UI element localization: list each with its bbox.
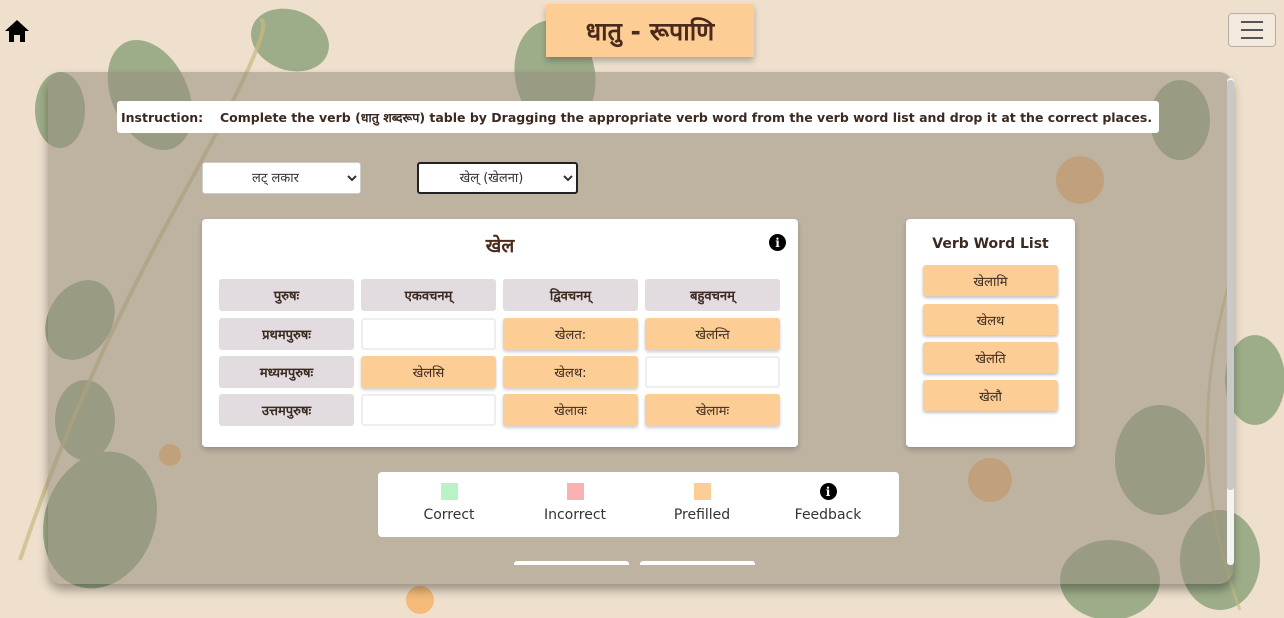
legend-label: Correct [423,507,475,523]
incorrect-swatch [566,483,584,500]
hamburger-menu-icon [1241,21,1263,23]
lakara-select[interactable]: लट् लकार [202,162,361,194]
legend-feedback: i Feedback [778,483,878,523]
page-title: धातु - रूपाणि [546,4,754,57]
header-dvivachanam: द्विवचनम् [503,279,638,311]
cell-madhyama-eka: खेलसि [361,356,496,388]
panel-scrollbar[interactable] [1227,78,1234,565]
cell-uttama-bahu: खेलामः [645,394,780,426]
info-icon[interactable]: i [769,234,786,251]
legend-label: Feedback [794,507,862,523]
correct-swatch [440,483,458,500]
verb-item[interactable]: खेलथ [923,304,1058,335]
scroll-thumb[interactable] [1227,80,1234,490]
table-title: खेल [485,235,515,257]
verb-item[interactable]: खेलामि [923,265,1058,296]
dhatu-select[interactable]: खेल् (खेलना) [417,162,578,194]
drop-cell-uttama-eka[interactable] [361,394,496,426]
row-label-uttama: उत्तमपुरुषः [219,394,354,426]
menu-button[interactable] [1228,13,1276,47]
legend-label: Prefilled [673,507,731,523]
instruction-label: Instruction: [121,109,204,125]
legend-incorrect: Incorrect [525,483,625,523]
verb-item[interactable]: खेलति [923,342,1058,373]
legend-label: Incorrect [543,507,607,523]
cell-prathama-bahu: खेलन्ति [645,318,780,350]
cell-uttama-dvi: खेलावः [503,394,638,426]
cell-prathama-dvi: खेलत: [503,318,638,350]
verb-word-list: Verb Word List खेलामि खेलथ खेलति खेलौ [906,219,1075,447]
instruction-text: Complete the verb (धातु शब्दरूप) table b… [220,109,1153,125]
prefilled-swatch [693,483,711,500]
header-purusha: पुरुषः [219,279,354,311]
legend: Correct Incorrect Prefilled i Feedback [378,472,899,537]
verb-table: खेल i पुरुषः एकवचनम् द्विवचनम् बहुवचनम् … [202,219,798,447]
row-label-madhyama: मध्यमपुरुषः [219,356,354,388]
action-button[interactable] [514,561,629,565]
header-ekavachanam: एकवचनम् [361,279,496,311]
drop-cell-prathama-eka[interactable] [361,318,496,350]
drop-cell-madhyama-bahu[interactable] [645,356,780,388]
instruction-bar: Instruction: Complete the verb (धातु शब्… [117,101,1159,133]
home-button[interactable] [4,18,30,44]
home-icon [5,20,29,42]
info-icon: i [819,483,837,500]
legend-correct: Correct [399,483,499,523]
row-label-prathama: प्रथमपुरुषः [219,318,354,350]
header-bahuvachanam: बहुवचनम् [645,279,780,311]
cell-madhyama-dvi: खेलथ: [503,356,638,388]
legend-prefilled: Prefilled [652,483,752,523]
verb-item[interactable]: खेलौ [923,380,1058,411]
action-button[interactable] [640,561,755,565]
verb-list-title: Verb Word List [932,236,1049,252]
